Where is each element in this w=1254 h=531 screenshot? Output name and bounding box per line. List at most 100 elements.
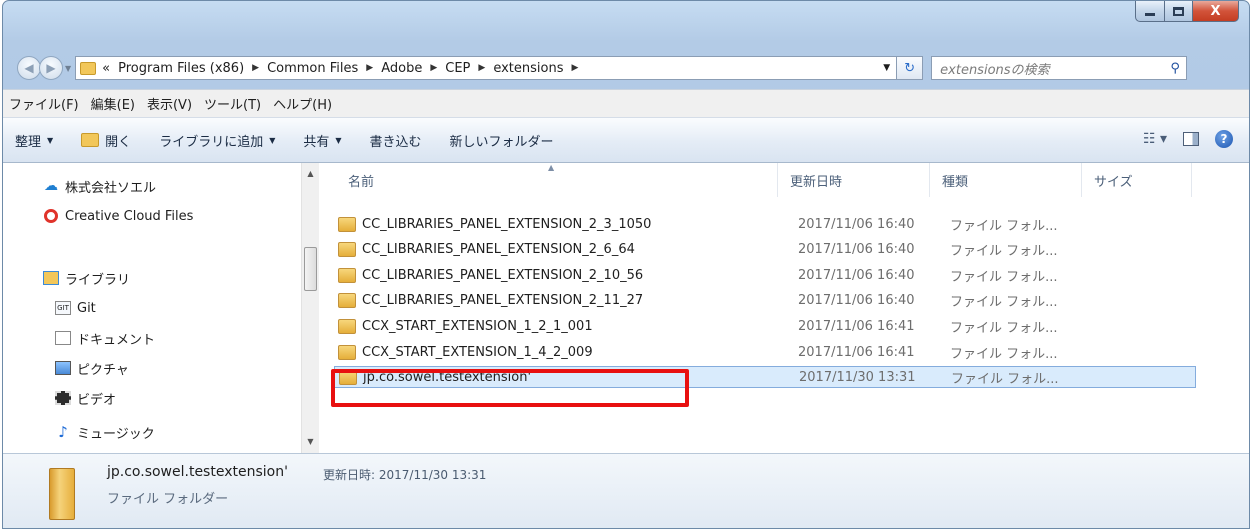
organize-button[interactable]: 整理 ▼ (15, 131, 53, 150)
nav-item-libraries[interactable]: ライブラリ (43, 267, 130, 289)
minimize-icon (1145, 12, 1155, 16)
new-folder-button[interactable]: 新しいフォルダー (450, 131, 554, 150)
details-name: jp.co.sowel.testextension' (107, 464, 288, 480)
preview-pane-icon[interactable] (1183, 132, 1199, 146)
file-date: 2017/11/06 16:41 (798, 344, 915, 360)
file-date: 2017/11/06 16:40 (798, 292, 915, 308)
column-header-label: 種類 (942, 174, 969, 190)
burn-button[interactable]: 書き込む (370, 131, 422, 150)
file-row[interactable]: CCX_START_EXTENSION_1_2_1_001 2017/11/06… (334, 315, 1196, 337)
address-bar[interactable]: « Program Files (x86) ▶ Common Files ▶ Ado… (75, 56, 898, 80)
recent-pages-dropdown-icon[interactable]: ▼ (65, 64, 71, 73)
breadcrumb-cep[interactable]: CEP (445, 61, 470, 76)
breadcrumb-separator-icon[interactable]: ▶ (430, 63, 437, 73)
video-icon (55, 391, 71, 405)
menu-help[interactable]: ヘルプ(H) (273, 94, 332, 113)
nav-item-pictures[interactable]: ピクチャ (55, 357, 129, 379)
folder-icon (338, 318, 356, 334)
file-date: 2017/11/06 16:40 (798, 216, 915, 232)
back-button[interactable]: ◀ (17, 56, 41, 80)
open-button[interactable]: 開く (81, 131, 131, 150)
nav-item-label: ピクチャ (77, 362, 129, 378)
address-row: ◀ ▶ ▼ « Program Files (x86) ▶ Common File… (17, 53, 1245, 83)
content-area: ☁ 株式会社ソエル Creative Cloud Files ライブラリ GIT G… (3, 163, 1249, 453)
address-history-dropdown-icon[interactable]: ▼ (883, 63, 890, 73)
menu-edit[interactable]: 編集(E) (91, 94, 135, 113)
share-button[interactable]: 共有 ▼ (303, 131, 341, 150)
command-bar: 整理 ▼ 開く ライブラリに追加 ▼ 共有 ▼ 書き込む 新しいフォルダー ☷ ▾ ? (3, 117, 1249, 163)
maximize-icon (1173, 6, 1184, 16)
creative-cloud-icon (43, 209, 59, 223)
breadcrumb-program-files[interactable]: Program Files (x86) (118, 61, 244, 76)
breadcrumb-separator-icon[interactable]: ▶ (478, 63, 485, 73)
menu-view[interactable]: 表示(V) (147, 94, 192, 113)
nav-item-label: ライブラリ (65, 272, 131, 288)
folder-icon (338, 292, 356, 308)
column-header-date[interactable]: 更新日時 (778, 163, 930, 197)
column-header-label: 名前 (348, 174, 375, 190)
open-label: 開く (105, 134, 132, 150)
menu-tools[interactable]: ツール(T) (204, 94, 261, 113)
breadcrumb-common-files[interactable]: Common Files (267, 61, 358, 76)
file-name: CCX_START_EXTENSION_1_4_2_009 (362, 344, 593, 360)
scrollbar-thumb[interactable] (304, 247, 317, 291)
scroll-down-icon[interactable]: ▼ (302, 437, 319, 446)
breadcrumb-separator-icon[interactable]: ▶ (366, 63, 373, 73)
nav-item-sowel[interactable]: ☁ 株式会社ソエル (43, 175, 156, 197)
file-date: 2017/11/06 16:40 (798, 267, 915, 283)
file-type: ファイル フォル... (950, 218, 1058, 234)
column-header-label: サイズ (1094, 174, 1133, 190)
breadcrumb-separator-icon[interactable]: ▶ (252, 63, 259, 73)
file-row[interactable]: CC_LIBRARIES_PANEL_EXTENSION_2_11_27 201… (334, 289, 1196, 311)
explorer-window: X ◀ ▶ ▼ « Program Files (x86) ▶ Common Fi… (2, 0, 1250, 529)
menu-bar: ファイル(F) 編集(E) 表示(V) ツール(T) ヘルプ(H) (3, 89, 1249, 117)
scroll-up-icon[interactable]: ▲ (302, 169, 319, 178)
file-name: CC_LIBRARIES_PANEL_EXTENSION_2_6_64 (362, 241, 635, 257)
breadcrumb-overflow[interactable]: « (102, 61, 110, 76)
file-date: 2017/11/06 16:40 (798, 241, 915, 257)
nav-item-music[interactable]: ♪ ミュージック (55, 421, 155, 443)
help-icon[interactable]: ? (1215, 130, 1233, 148)
picture-icon (55, 361, 71, 375)
minimize-button[interactable] (1135, 1, 1165, 22)
breadcrumb-adobe[interactable]: Adobe (381, 61, 422, 76)
nav-item-documents[interactable]: ドキュメント (55, 327, 155, 349)
breadcrumb-extensions[interactable]: extensions (493, 61, 563, 76)
file-row[interactable]: CC_LIBRARIES_PANEL_EXTENSION_2_10_56 201… (334, 264, 1196, 286)
file-row[interactable]: CC_LIBRARIES_PANEL_EXTENSION_2_3_1050 20… (334, 213, 1196, 235)
file-name: CC_LIBRARIES_PANEL_EXTENSION_2_11_27 (362, 292, 644, 308)
forward-button[interactable]: ▶ (39, 56, 63, 80)
add-to-library-button[interactable]: ライブラリに追加 ▼ (159, 131, 275, 150)
view-controls: ☷ ▾ ? (1143, 130, 1233, 148)
document-icon (55, 331, 71, 345)
column-header-size[interactable]: サイズ (1082, 163, 1192, 197)
burn-label: 書き込む (369, 134, 422, 150)
menu-file[interactable]: ファイル(F) (9, 94, 79, 113)
nav-scrollbar[interactable]: ▲ ▼ (301, 163, 319, 453)
search-input[interactable]: extensionsの検索 ⚲ (931, 56, 1188, 80)
caption-buttons: X (1135, 1, 1239, 23)
open-folder-icon (81, 133, 100, 147)
column-header-type[interactable]: 種類 (930, 163, 1082, 197)
file-type: ファイル フォル... (950, 346, 1058, 362)
organize-label: 整理 (15, 134, 42, 150)
add-to-library-label: ライブラリに追加 (159, 134, 264, 150)
folder-icon (338, 241, 356, 257)
refresh-button[interactable]: ↻ (897, 56, 924, 80)
breadcrumb-separator-icon[interactable]: ▶ (571, 63, 578, 73)
nav-item-label: ドキュメント (77, 332, 156, 348)
maximize-button[interactable] (1165, 1, 1193, 22)
file-row[interactable]: CCX_START_EXTENSION_1_4_2_009 2017/11/06… (334, 341, 1196, 363)
change-view-icon[interactable]: ☷ ▾ (1143, 131, 1167, 147)
column-header-name[interactable]: 名前 (336, 163, 778, 197)
file-row[interactable]: CC_LIBRARIES_PANEL_EXTENSION_2_6_64 2017… (334, 238, 1196, 260)
new-folder-label: 新しいフォルダー (449, 134, 554, 150)
search-icon[interactable]: ⚲ (1164, 61, 1186, 76)
navigation-pane: ☁ 株式会社ソエル Creative Cloud Files ライブラリ GIT G… (3, 163, 319, 453)
close-button[interactable]: X (1193, 1, 1239, 22)
creative-cloud-ring (44, 209, 58, 223)
nav-item-git[interactable]: GIT Git (55, 297, 96, 319)
nav-item-creative-cloud[interactable]: Creative Cloud Files (43, 205, 193, 227)
details-pane: jp.co.sowel.testextension' 更新日時: 2017/11… (3, 453, 1249, 528)
nav-item-videos[interactable]: ビデオ (55, 387, 116, 409)
